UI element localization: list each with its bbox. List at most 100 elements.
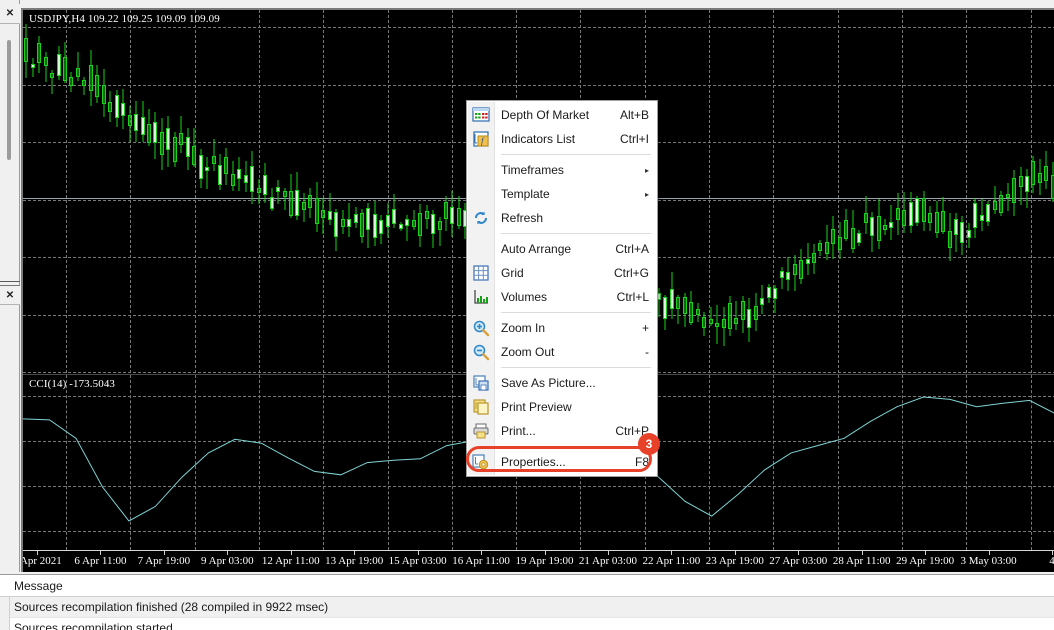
candle-body [82,80,87,87]
menu-item-timeframes[interactable]: Timeframes ▸ [467,158,657,182]
candlestick [437,10,442,373]
candle-body [256,188,261,193]
candle-body [127,115,132,126]
menu-item-print[interactable]: Print... Ctrl+P [467,419,657,443]
candlestick [689,10,694,373]
time-axis-label: 29 Apr 19:00 [896,555,955,567]
candle-body [75,67,80,78]
volumes-icon [472,288,490,306]
menu-item-zoom-out[interactable]: Zoom Out - [467,340,657,364]
candle-body [934,211,939,234]
candle-body [1005,193,1010,199]
messages-header[interactable]: Message [0,575,1054,597]
candle-body [63,57,68,81]
time-axis-label: 5 Apr 2021 [23,555,62,567]
candle-body [24,38,29,62]
menu-item-refresh[interactable]: Refresh [467,206,657,230]
candlestick [392,10,397,373]
candlestick [295,10,300,373]
candlestick [385,10,390,373]
candle-body [43,56,48,67]
menu-item-auto-arrange[interactable]: Auto Arrange Ctrl+A [467,237,657,261]
candle-body [857,233,862,243]
time-axis-label: 13 Apr 19:00 [325,555,384,567]
menu-item-zoom-in[interactable]: Zoom In + [467,316,657,340]
menu-item-properties[interactable]: Properties... F8 [467,450,657,474]
candle-body [715,322,720,328]
candle-body [779,271,784,279]
candlestick [411,10,416,373]
candle-body [243,175,248,183]
candle-body [811,253,816,264]
message-row[interactable]: Sources recompilation started [0,618,1054,630]
menu-item-grid[interactable]: Grid Ctrl+G [467,261,657,285]
menu-item-label: Zoom Out [501,345,555,359]
menu-item-print-preview[interactable]: Print Preview [467,395,657,419]
close-panel-bottom-button[interactable]: ✕ [0,285,20,305]
menu-item-label: Refresh [501,211,544,225]
candle-body [979,214,984,221]
candlestick [372,10,377,373]
candle-body [708,318,713,324]
candle-body [37,43,42,63]
candlestick [114,10,119,373]
candle-body [211,155,216,165]
candlestick [134,10,139,373]
panel-scrollbar-thumb[interactable] [7,40,11,160]
candlestick [217,10,222,373]
candle-body [895,208,900,220]
candlestick [347,10,352,373]
candle-body [954,218,958,236]
candle-body [360,213,365,238]
menu-item-depth-of-market[interactable]: Depth Of Market Alt+B [467,103,657,127]
menu-item-label: Volumes [501,290,548,304]
candlestick [146,10,151,373]
candlestick [205,10,210,373]
menu-separator [501,154,651,155]
candle-body [941,211,946,233]
candle-body [250,165,255,192]
candlestick [230,10,235,373]
candle-body [192,146,197,165]
candle-body [314,198,319,225]
cci-indicator-label: CCI(14) -173.5043 [29,378,116,390]
menu-separator [501,233,651,234]
candlestick [831,10,836,373]
menu-item-volumes[interactable]: Volumes Ctrl+L [467,285,657,309]
candlestick [108,10,113,373]
left-docked-panel: ✕ ✕ [0,0,20,572]
candlestick [928,10,933,373]
menu-item-label: Auto Arrange [501,242,572,256]
chart-context-menu[interactable]: Depth Of Market Alt+B f Indicators List Ctrl… [466,100,658,477]
message-row[interactable]: Sources recompilation finished (28 compi… [0,597,1054,618]
menu-item-save-as-picture[interactable]: Save As Picture... [467,371,657,395]
candle-body [418,212,423,237]
candlestick [443,10,448,373]
menu-item-template[interactable]: Template ▸ [467,182,657,206]
candle-body [921,197,926,222]
grid-icon [472,264,490,282]
candlestick [663,10,668,373]
menu-item-label: Print Preview [501,400,572,414]
candle-body [1012,178,1017,204]
candle-body [902,209,907,227]
close-icon: ✕ [5,8,15,19]
candlestick [792,10,797,373]
candlestick [954,10,958,373]
candlestick [211,10,216,373]
menu-item-indicators-list[interactable]: f Indicators List Ctrl+I [467,127,657,151]
time-axis-label: 15 Apr 03:00 [388,555,447,567]
candle-body [347,218,352,227]
close-panel-top-button[interactable]: ✕ [0,4,20,24]
candlestick [263,10,268,373]
candlestick [431,10,436,373]
candle-body [844,219,849,239]
candlestick [715,10,720,373]
time-axis[interactable]: 5 Apr 2021 6 Apr 11:00 7 Apr 19:00 9 Apr 03… [23,550,1054,572]
candlestick [818,10,823,373]
candle-body [766,286,771,298]
time-axis-label: 4 [1049,555,1054,567]
candlestick [1018,10,1023,373]
candlestick [934,10,939,373]
candlestick [908,10,913,373]
